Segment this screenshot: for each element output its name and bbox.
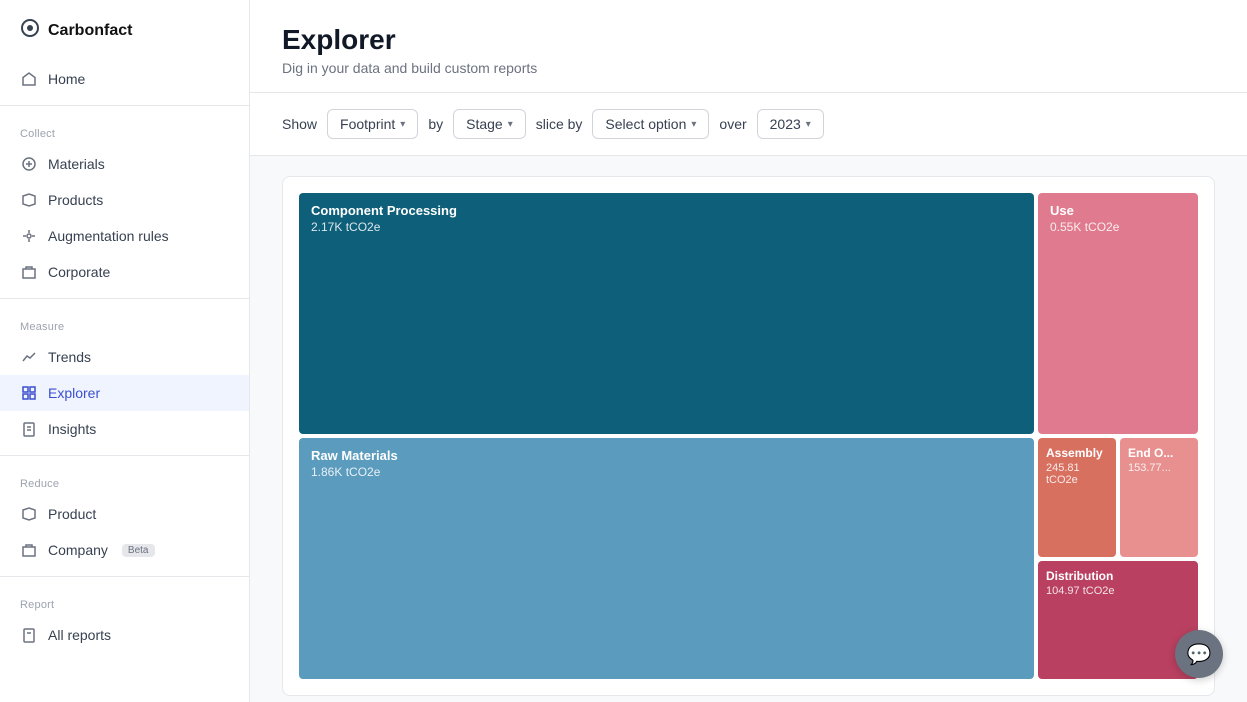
component-processing-value: 2.17K tCO2e xyxy=(311,220,1022,234)
year-value: 2023 xyxy=(770,116,801,132)
sidebar: Carbonfact Home Collect Materials Produc… xyxy=(0,0,250,702)
trends-label: Trends xyxy=(48,349,91,365)
treemap-right-bottom: Assembly 245.81 tCO2e End O... 153.77...… xyxy=(1038,438,1198,679)
treemap-cell-end-of-life[interactable]: End O... 153.77... xyxy=(1120,438,1198,557)
divider-3 xyxy=(0,455,249,456)
use-title: Use xyxy=(1050,203,1186,218)
all-reports-label: All reports xyxy=(48,627,111,643)
company-icon xyxy=(20,541,38,559)
products-icon xyxy=(20,191,38,209)
treemap-cell-component-processing[interactable]: Component Processing 2.17K tCO2e xyxy=(299,193,1034,434)
logo-icon xyxy=(20,18,40,43)
company-label: Company xyxy=(48,542,108,558)
show-label: Show xyxy=(282,116,317,132)
stage-dropdown[interactable]: Stage ▾ xyxy=(453,109,526,139)
materials-icon xyxy=(20,155,38,173)
reports-icon xyxy=(20,626,38,644)
corporate-label: Corporate xyxy=(48,264,110,280)
app-logo[interactable]: Carbonfact xyxy=(0,0,249,61)
sidebar-item-insights[interactable]: Insights xyxy=(0,411,249,447)
assembly-title: Assembly xyxy=(1046,446,1108,460)
products-label: Products xyxy=(48,192,103,208)
by-label: by xyxy=(428,116,443,132)
chat-icon: 💬 xyxy=(1187,642,1212,667)
treemap-cell-raw-materials[interactable]: Raw Materials 1.86K tCO2e xyxy=(299,438,1034,679)
sidebar-item-home[interactable]: Home xyxy=(0,61,249,97)
divider-4 xyxy=(0,576,249,577)
treemap: Component Processing 2.17K tCO2e Use 0.5… xyxy=(299,193,1198,679)
footprint-chevron: ▾ xyxy=(400,119,405,130)
divider-2 xyxy=(0,298,249,299)
assembly-value: 245.81 tCO2e xyxy=(1046,462,1108,486)
sidebar-item-all-reports[interactable]: All reports xyxy=(0,617,249,653)
sidebar-item-augmentation-rules[interactable]: Augmentation rules xyxy=(0,218,249,254)
chat-button[interactable]: 💬 xyxy=(1175,630,1223,678)
corporate-icon xyxy=(20,263,38,281)
footprint-dropdown[interactable]: Footprint ▾ xyxy=(327,109,418,139)
select-option-chevron: ▾ xyxy=(691,119,696,130)
end-of-life-title: End O... xyxy=(1128,446,1190,460)
section-collect: Collect xyxy=(0,114,249,146)
divider-1 xyxy=(0,105,249,106)
treemap-cell-assembly[interactable]: Assembly 245.81 tCO2e xyxy=(1038,438,1116,557)
stage-value: Stage xyxy=(466,116,503,132)
company-badge: Beta xyxy=(122,544,155,557)
select-option-value: Select option xyxy=(605,116,686,132)
controls-bar: Show Footprint ▾ by Stage ▾ slice by Sel… xyxy=(250,93,1247,156)
raw-materials-value: 1.86K tCO2e xyxy=(311,465,1022,479)
slice-by-label: slice by xyxy=(536,116,583,132)
treemap-cell-use[interactable]: Use 0.55K tCO2e xyxy=(1038,193,1198,434)
insights-icon xyxy=(20,420,38,438)
stage-chevron: ▾ xyxy=(508,119,513,130)
select-option-dropdown[interactable]: Select option ▾ xyxy=(592,109,709,139)
raw-materials-title: Raw Materials xyxy=(311,448,1022,463)
augmentation-icon xyxy=(20,227,38,245)
insights-label: Insights xyxy=(48,421,96,437)
augmentation-label: Augmentation rules xyxy=(48,228,169,244)
main-content: Explorer Dig in your data and build cust… xyxy=(250,0,1247,702)
explorer-icon xyxy=(20,384,38,402)
year-dropdown[interactable]: 2023 ▾ xyxy=(757,109,824,139)
sidebar-item-materials[interactable]: Materials xyxy=(0,146,249,182)
product-label: Product xyxy=(48,506,96,522)
year-chevron: ▾ xyxy=(806,119,811,130)
section-report: Report xyxy=(0,585,249,617)
page-subtitle: Dig in your data and build custom report… xyxy=(282,60,1215,76)
treemap-container: Component Processing 2.17K tCO2e Use 0.5… xyxy=(282,176,1215,696)
sidebar-item-products[interactable]: Products xyxy=(0,182,249,218)
trends-icon xyxy=(20,348,38,366)
treemap-cell-distribution[interactable]: Distribution 104.97 tCO2e xyxy=(1038,561,1198,680)
section-reduce: Reduce xyxy=(0,464,249,496)
distribution-value: 104.97 tCO2e xyxy=(1046,585,1190,597)
page-title: Explorer xyxy=(282,24,1215,56)
use-value: 0.55K tCO2e xyxy=(1050,220,1186,234)
sidebar-item-explorer[interactable]: Explorer xyxy=(0,375,249,411)
end-of-life-value: 153.77... xyxy=(1128,462,1190,474)
chart-area: Component Processing 2.17K tCO2e Use 0.5… xyxy=(250,156,1247,702)
explorer-label: Explorer xyxy=(48,385,100,401)
component-processing-title: Component Processing xyxy=(311,203,1022,218)
sidebar-item-trends[interactable]: Trends xyxy=(0,339,249,375)
app-name: Carbonfact xyxy=(48,22,132,40)
sidebar-item-corporate[interactable]: Corporate xyxy=(0,254,249,290)
sidebar-item-product[interactable]: Product xyxy=(0,496,249,532)
distribution-title: Distribution xyxy=(1046,569,1190,583)
page-header: Explorer Dig in your data and build cust… xyxy=(250,0,1247,93)
home-icon xyxy=(20,70,38,88)
product-icon xyxy=(20,505,38,523)
sidebar-item-company[interactable]: Company Beta xyxy=(0,532,249,568)
materials-label: Materials xyxy=(48,156,105,172)
over-label: over xyxy=(719,116,746,132)
home-label: Home xyxy=(48,71,85,87)
section-measure: Measure xyxy=(0,307,249,339)
footprint-value: Footprint xyxy=(340,116,395,132)
